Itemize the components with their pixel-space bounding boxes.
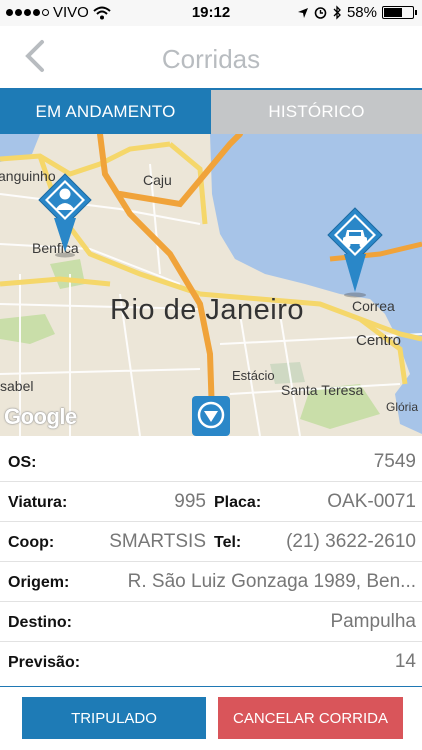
origem-label: Origem: [8,574,70,591]
battery-icon [382,6,417,19]
viatura-label: Viatura: [8,494,68,511]
placa-label: Placa: [214,494,262,511]
tab-historico[interactable]: HISTÓRICO [211,90,422,134]
map-label-rio-de-janeiro: Rio de Janeiro [110,294,304,326]
previsao-value: 14 [394,651,416,672]
os-value: 7549 [373,451,416,472]
map-label-caju: Caju [143,172,172,188]
map-label-santa-teresa: Santa Teresa [281,382,364,398]
viatura-value: 995 [174,491,206,512]
battery-percent: 58% [346,4,377,21]
location-arrow-icon [297,7,308,18]
origem-value: R. São Luiz Gonzaga 1989, Ben... [127,571,416,592]
taxi-icon [327,207,383,298]
chevron-down-icon [192,396,230,436]
map-pin-current[interactable] [192,396,230,436]
page-title: Corridas [161,44,261,74]
coop-value: SMARTSIS [109,531,206,552]
map-pin-vehicle[interactable] [325,206,385,298]
map-label-correa: Correa [352,298,395,314]
navigation-bar: Corridas [0,26,422,88]
google-logo: Google [4,404,77,429]
detail-row-os: OS: 7549 [0,442,422,482]
detail-row-previsao: Previsão: 14 [0,642,422,682]
action-bar: TRIPULADO CANCELAR CORRIDA [0,686,422,750]
status-right: 58% [297,4,417,21]
tel-label: Tel: [214,534,242,551]
map-label-estacio: Estácio [232,368,275,383]
map-label-gloria: Glória [386,400,419,414]
cancel-ride-button[interactable]: CANCELAR CORRIDA [218,697,403,739]
tel-value[interactable]: (21) 3622-2610 [286,531,416,553]
coop-label: Coop: [8,534,55,551]
tripulado-button[interactable]: TRIPULADO [22,697,206,739]
map-pin-passenger[interactable] [36,172,94,258]
detail-row-destino: Destino: Pampulha [0,602,422,642]
status-bar: VIVO 19:12 58% [0,0,422,26]
alarm-icon [314,7,327,19]
map-view[interactable]: anguinho Caju Benfica Rio de Janeiro Cor… [0,134,422,436]
person-icon [38,173,92,258]
map-label-isabel: sabel [0,378,34,394]
tab-bar: EM ANDAMENTO HISTÓRICO [0,90,422,134]
destino-value: Pampulha [330,611,416,632]
os-label: OS: [8,454,37,471]
previsao-label: Previsão: [8,654,81,671]
detail-row-origem: Origem: R. São Luiz Gonzaga 1989, Ben... [0,562,422,602]
map-label-centro: Centro [356,332,402,349]
detail-row-viatura: Viatura: 995 Placa: OAK-0071 [0,482,422,522]
tab-em-andamento[interactable]: EM ANDAMENTO [0,90,211,134]
destino-label: Destino: [8,614,72,631]
placa-value: OAK-0071 [327,491,416,512]
bluetooth-icon [333,5,341,20]
detail-row-coop: Coop: SMARTSIS Tel: (21) 3622-2610 [0,522,422,562]
